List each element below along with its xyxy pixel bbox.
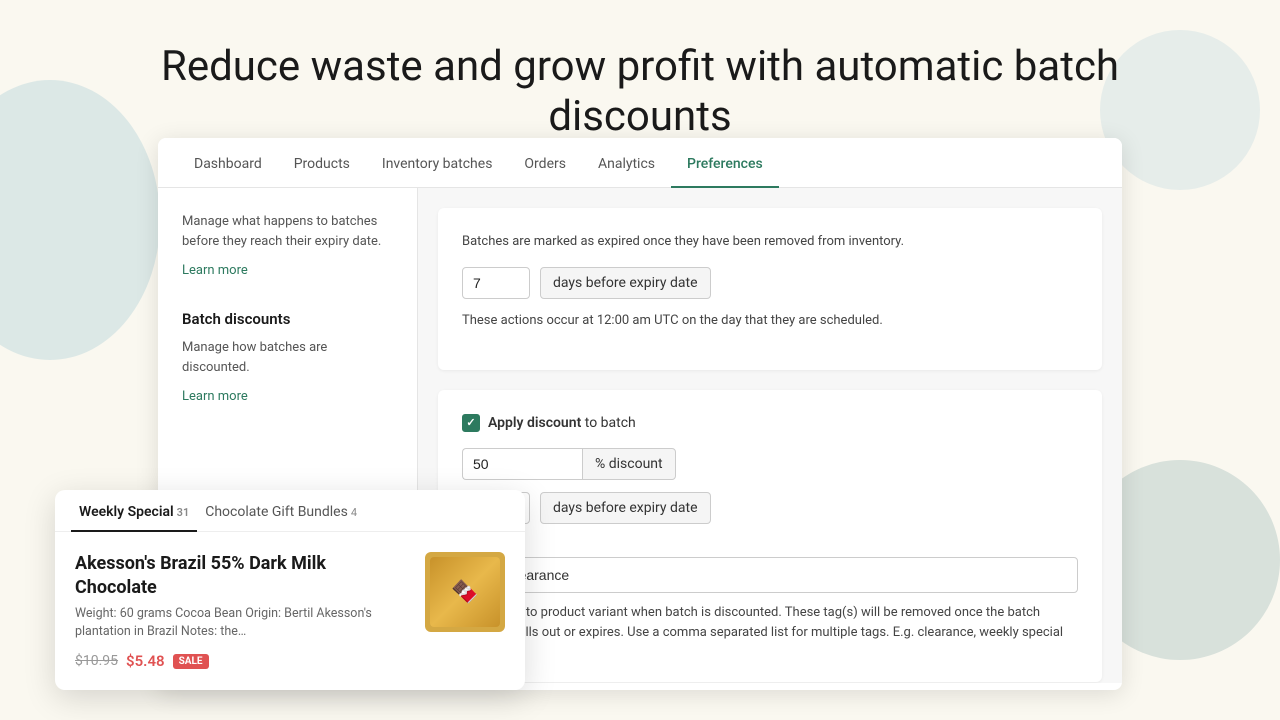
expiry-days-row: days before expiry date (462, 267, 1078, 299)
chocolate-gift-count: 4 (351, 506, 357, 519)
percent-input-wrap: % discount (462, 448, 676, 480)
apply-discount-checkbox-row: Apply discount to batch (462, 414, 1078, 432)
product-tab-weekly-special[interactable]: Weekly Special31 (71, 490, 197, 532)
expiry-days-label: days before expiry date (540, 267, 711, 299)
price-row: $10.95 $5.48 SALE (75, 652, 409, 670)
expiry-footer-text: These actions occur at 12:00 am UTC on t… (462, 311, 1078, 332)
expired-section-description: Manage what happens to batches before th… (182, 212, 393, 278)
expired-description-text: Manage what happens to batches before th… (182, 212, 393, 251)
tab-inventory-batches[interactable]: Inventory batches (366, 138, 509, 188)
discount-days-row: days before expiry date (462, 492, 1078, 524)
batch-discounts-title: Batch discounts (182, 310, 393, 328)
tags-hint: Add tag(s) to product variant when batch… (462, 603, 1078, 645)
tags-section: TAGS Add tag(s) to product variant when … (462, 536, 1078, 645)
batch-discounts-learn-more-link[interactable]: Learn more (182, 389, 248, 404)
apply-discount-label: Apply discount to batch (488, 415, 636, 431)
product-content: Akesson's Brazil 55% Dark Milk Chocolate… (55, 532, 525, 690)
tab-preferences[interactable]: Preferences (671, 138, 779, 188)
tab-dashboard[interactable]: Dashboard (178, 138, 278, 188)
product-info: Akesson's Brazil 55% Dark Milk Chocolate… (75, 552, 409, 670)
expired-learn-more-link[interactable]: Learn more (182, 263, 248, 278)
batch-discounts-section: Batch discounts Manage how batches are d… (182, 310, 393, 404)
tab-orders[interactable]: Orders (508, 138, 582, 188)
tab-analytics[interactable]: Analytics (582, 138, 671, 188)
nav-tabs: Dashboard Products Inventory batches Ord… (158, 138, 1122, 188)
percent-discount-row: % discount (462, 448, 1078, 480)
product-name: Akesson's Brazil 55% Dark Milk Chocolate (75, 552, 409, 599)
product-card: Weekly Special31 Chocolate Gift Bundles4… (55, 490, 525, 690)
product-card-tabs: Weekly Special31 Chocolate Gift Bundles4 (55, 490, 525, 532)
product-image: 🍫 (425, 552, 505, 632)
tags-section-label: TAGS (462, 536, 1078, 549)
product-description: Weight: 60 grams Cocoa Bean Origin: Bert… (75, 605, 409, 640)
price-original: $10.95 (75, 653, 118, 669)
price-sale: $5.48 (126, 652, 165, 670)
product-tab-chocolate-gift-bundles[interactable]: Chocolate Gift Bundles4 (197, 490, 365, 532)
discount-days-label: days before expiry date (540, 492, 711, 524)
expiry-card: Batches are marked as expired once they … (438, 208, 1102, 370)
tags-input[interactable] (462, 557, 1078, 593)
tab-products[interactable]: Products (278, 138, 366, 188)
expiry-days-input[interactable] (462, 267, 530, 299)
discount-card: Apply discount to batch % discount days … (438, 390, 1102, 683)
batch-discounts-description: Manage how batches are discounted. (182, 338, 393, 377)
sale-badge: SALE (173, 654, 209, 669)
main-heading: Reduce waste and grow profit with automa… (100, 42, 1180, 143)
weekly-special-count: 31 (177, 506, 190, 519)
apply-discount-checkbox[interactable] (462, 414, 480, 432)
expiry-card-text: Batches are marked as expired once they … (462, 232, 1078, 253)
product-image-inner: 🍫 (430, 557, 500, 627)
percent-label: % discount (582, 448, 676, 480)
percent-input[interactable] (462, 448, 582, 480)
